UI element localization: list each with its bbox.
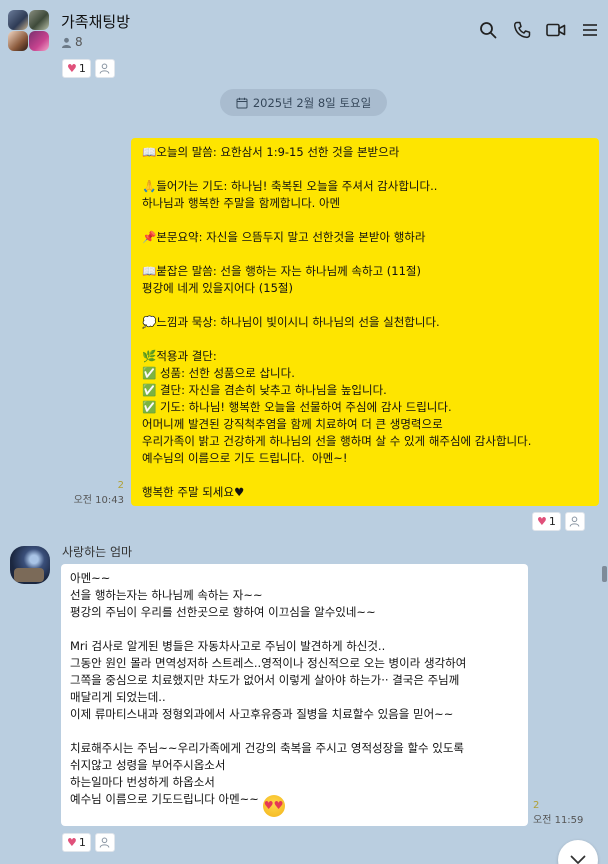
add-reaction-button[interactable] [564, 512, 585, 531]
member-count-value: 8 [75, 35, 83, 49]
my-message-meta: 2 오전 10:43 [74, 480, 124, 506]
message-reactions: ♥ 1 [62, 59, 115, 78]
member-avatar [8, 31, 28, 51]
like-reaction[interactable]: ♥ 1 [62, 833, 91, 852]
heart-icon: ♥ [537, 515, 547, 528]
my-message-bubble[interactable]: 📖오늘의 말씀: 요한삼서 1:9-15 선한 것을 본받으라 🙏들어가는 기도… [131, 138, 599, 506]
message-reactions: ♥ 1 [532, 512, 585, 531]
unread-count: 2 [117, 480, 124, 491]
like-reaction[interactable]: ♥ 1 [532, 512, 561, 531]
like-count: 1 [78, 836, 86, 849]
message-time: 오전 10:43 [73, 495, 124, 506]
message-reactions: ♥ 1 [62, 833, 115, 852]
chevron-down-icon [570, 855, 586, 864]
message-time: 오전 11:59 [533, 815, 584, 826]
person-icon [570, 516, 580, 527]
sender-avatar[interactable] [10, 546, 50, 584]
add-reaction-button[interactable] [94, 833, 115, 852]
heart-eyes-emoji-icon: ♥♥ [262, 795, 285, 817]
scroll-to-bottom-button[interactable] [558, 840, 598, 864]
friend-message-meta: 2 오전 11:59 [533, 800, 583, 826]
friend-message-text: 아멘~~ 선을 행하는자는 하나님께 속하는 자~~ 평강의 주님이 우리를 선… [70, 571, 467, 806]
member-count[interactable]: 8 [61, 35, 83, 49]
date-divider: 2025년 2월 8일 토요일 [220, 89, 387, 116]
video-call-icon[interactable] [546, 20, 566, 40]
heart-icon: ♥ [67, 836, 77, 849]
sender-name: 사랑하는 엄마 [62, 545, 133, 559]
search-icon[interactable] [478, 20, 498, 40]
chat-title: 가족채팅방 [61, 13, 131, 31]
heart-icon: ♥ [67, 62, 77, 75]
menu-icon[interactable] [580, 20, 600, 40]
scrollbar-thumb[interactable] [602, 566, 607, 582]
date-text: 2025년 2월 8일 토요일 [252, 95, 372, 110]
person-icon [100, 63, 110, 74]
like-count: 1 [548, 515, 556, 528]
person-icon [100, 837, 110, 848]
unread-count: 2 [533, 800, 540, 811]
chat-header: 가족채팅방 8 [0, 0, 608, 60]
like-reaction[interactable]: ♥ 1 [62, 59, 91, 78]
like-count: 1 [78, 62, 86, 75]
person-icon [62, 37, 71, 48]
friend-message-bubble[interactable]: 아멘~~ 선을 행하는자는 하나님께 속하는 자~~ 평강의 주님이 우리를 선… [61, 564, 528, 826]
group-avatar[interactable] [8, 10, 50, 52]
calendar-icon [236, 97, 248, 108]
member-avatar [29, 31, 49, 51]
member-avatar [8, 10, 28, 30]
add-reaction-button[interactable] [94, 59, 115, 78]
phone-icon[interactable] [512, 20, 532, 40]
member-avatar [29, 10, 49, 30]
